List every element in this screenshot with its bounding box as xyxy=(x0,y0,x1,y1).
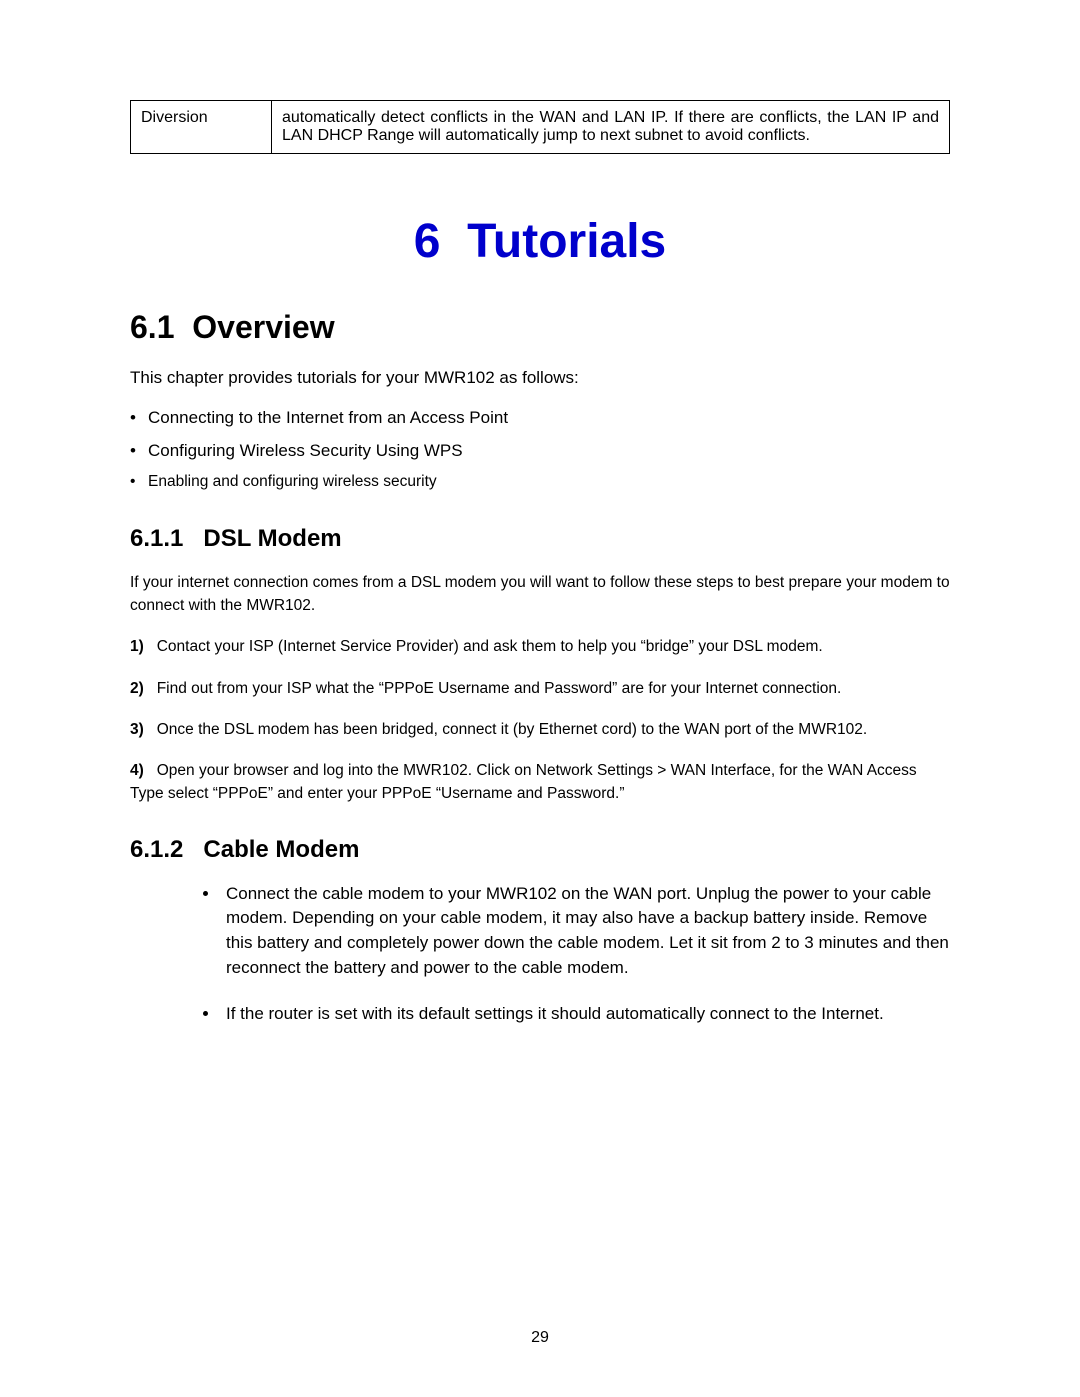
overview-bullet-list: Connecting to the Internet from an Acces… xyxy=(130,404,950,495)
step-text: Contact your ISP (Internet Service Provi… xyxy=(157,638,823,655)
chapter-name: Tutorials xyxy=(467,215,666,268)
section-6-1-2-heading: 6.1.2 Cable Modem xyxy=(130,836,950,864)
list-item: If the router is set with its default se… xyxy=(220,1002,950,1027)
step-text: Once the DSL modem has been bridged, con… xyxy=(157,721,867,738)
section-6-1-1-intro: If your internet connection comes from a… xyxy=(130,571,950,618)
table-cell-left: Diversion xyxy=(131,101,272,154)
page-number: 29 xyxy=(0,1329,1080,1347)
step-3: 3) Once the DSL modem has been bridged, … xyxy=(130,718,950,741)
list-item: Connecting to the Internet from an Acces… xyxy=(130,404,950,431)
cable-modem-list: Connect the cable modem to your MWR102 o… xyxy=(130,882,950,1027)
step-number: 1) xyxy=(130,638,144,655)
step-number: 4) xyxy=(130,762,144,779)
info-table: Diversion automatically detect conflicts… xyxy=(130,100,950,154)
section-name: Overview xyxy=(192,309,334,345)
list-item: Configuring Wireless Security Using WPS xyxy=(130,437,950,464)
section-number: 6.1 xyxy=(130,309,174,345)
step-4: 4) Open your browser and log into the MW… xyxy=(130,759,950,806)
step-text: Open your browser and log into the MWR10… xyxy=(130,762,917,802)
step-1: 1) Contact your ISP (Internet Service Pr… xyxy=(130,635,950,658)
step-2: 2) Find out from your ISP what the “PPPo… xyxy=(130,677,950,700)
step-number: 2) xyxy=(130,680,144,697)
subsection-name: DSL Modem xyxy=(203,525,341,552)
subsection-number: 6.1.1 xyxy=(130,525,183,552)
chapter-title: 6 Tutorials xyxy=(130,214,950,269)
section-6-1-heading: 6.1 Overview xyxy=(130,309,950,346)
list-item: Enabling and configuring wireless securi… xyxy=(130,470,950,495)
subsection-number: 6.1.2 xyxy=(130,836,183,863)
subsection-name: Cable Modem xyxy=(203,836,359,863)
chapter-number: 6 xyxy=(414,215,441,268)
list-item: Connect the cable modem to your MWR102 o… xyxy=(220,882,950,981)
step-text: Find out from your ISP what the “PPPoE U… xyxy=(157,680,842,697)
document-page: Diversion automatically detect conflicts… xyxy=(0,0,1080,1397)
step-number: 3) xyxy=(130,721,144,738)
section-6-1-intro: This chapter provides tutorials for your… xyxy=(130,366,950,390)
section-6-1-1-heading: 6.1.1 DSL Modem xyxy=(130,525,950,553)
table-cell-right: automatically detect conflicts in the WA… xyxy=(272,101,950,154)
